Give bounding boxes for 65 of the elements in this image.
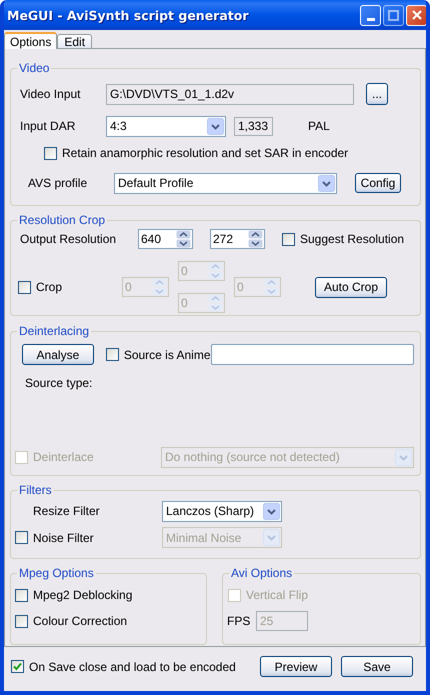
chevron-down-icon [207,118,224,134]
field-label: Resize Filter [33,504,101,518]
window-title: MeGUI - AviSynth script generator [7,8,249,22]
tab[interactable]: Options [4,32,58,49]
spinner-icon [176,230,191,248]
action-button[interactable]: Preview [260,656,332,677]
group-title: Deinterlacing [17,324,92,338]
config-button[interactable]: Config [355,173,401,193]
chevron-down-icon [263,502,280,520]
spinner-icon [208,294,223,312]
dropdown[interactable]: Default Profile [114,172,337,194]
input-field[interactable]: G:\DVD\VTS_01_1.d2v [106,84,354,104]
checkbox[interactable] [282,232,295,246]
spinner-icon [152,278,167,296]
checkbox[interactable] [44,146,57,160]
close-button[interactable] [406,4,426,26]
analyse-button[interactable]: Analyse [22,344,94,365]
input-field[interactable] [210,344,414,365]
chevron-down-icon [395,448,412,466]
checkbox[interactable] [106,348,119,361]
checkbox[interactable] [15,614,28,628]
checkbox[interactable] [18,280,31,294]
checkbox-label[interactable]: On Save close and load to be encoded [29,660,236,674]
field-label: Output Resolution [20,232,118,246]
tab[interactable]: Edit [57,34,92,48]
group-title: Avi Options [229,566,294,580]
close-icon [412,10,422,20]
checkbox-label[interactable]: Source is Anime [124,348,211,362]
group-title: Video [17,61,52,75]
standard-label: PAL [308,119,330,133]
group-title: Resolution Crop [17,213,108,227]
source-type-label: Source type: [25,376,92,390]
spinner-icon [208,262,223,280]
spinner-icon [264,278,279,296]
auto-crop-button[interactable]: Auto Crop [315,276,387,298]
checkmark-icon [13,662,22,671]
checkbox-label[interactable]: Suggest Resolution [300,232,404,246]
field-label: Video Input [20,87,82,101]
checkbox-label[interactable]: Noise Filter [33,530,94,544]
browse-button[interactable]: ... [366,83,388,105]
maximize-icon [388,10,399,20]
field-label: FPS [227,614,252,628]
minimize-button[interactable] [360,4,381,26]
checkbox[interactable] [15,588,28,602]
checkbox[interactable] [15,531,28,544]
chevron-down-icon [318,174,335,192]
dropdown[interactable]: Lanczos (Sharp) [162,500,282,522]
field-label: AVS profile [28,176,88,190]
spin-box[interactable]: 272 [210,229,265,249]
group-title: Mpeg Options [17,566,96,580]
group-title: Filters [17,483,54,497]
spinner-icon [248,230,263,248]
checkbox-label[interactable]: Colour Correction [33,614,128,628]
checkbox-label[interactable]: Crop [36,280,62,294]
ratio-field[interactable]: 1,333 [234,116,273,136]
chevron-down-icon [263,529,280,546]
dropdown[interactable]: 4:3 [106,116,226,136]
checkbox-label[interactable]: Mpeg2 Deblocking [33,588,132,602]
action-button[interactable]: Save [341,656,413,677]
minimize-icon [366,18,374,20]
checkbox[interactable] [11,660,24,673]
field-label: Input DAR [20,119,76,133]
checkbox-label[interactable]: Retain anamorphic resolution and set SAR in encoder [62,146,348,160]
maximize-button[interactable] [383,4,404,26]
spin-box[interactable]: 640 [138,229,193,249]
